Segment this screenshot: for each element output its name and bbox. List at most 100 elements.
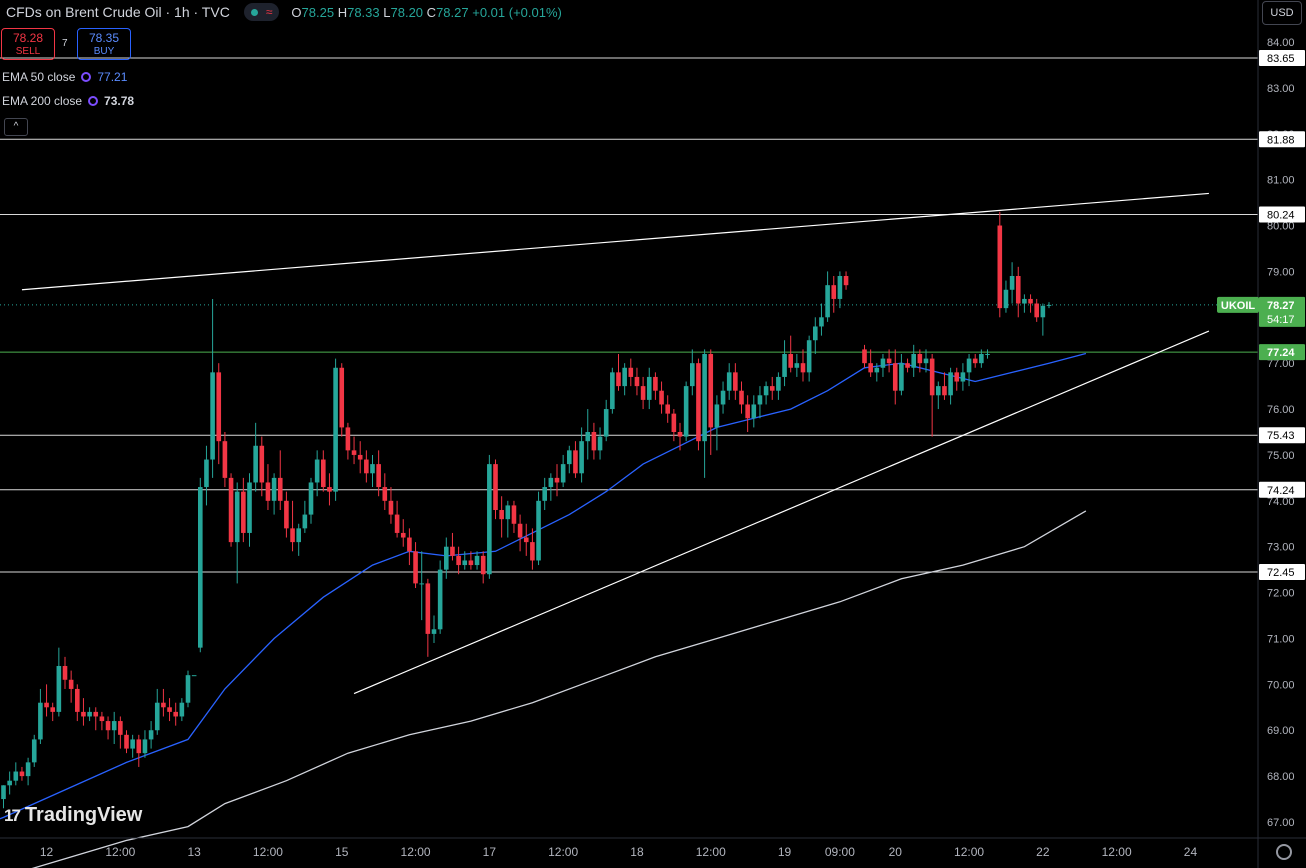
ohlc-close-key: C: [426, 4, 437, 20]
spread-value: 7: [62, 38, 68, 49]
sell-price: 78.28: [12, 31, 44, 45]
candle-body: [899, 363, 904, 391]
candle-body: [400, 532, 406, 538]
candle-body: [487, 464, 492, 575]
candle-body: [185, 675, 191, 703]
candle-body: [923, 358, 929, 364]
candle-body: [948, 372, 953, 396]
ohlc-high-key: H: [337, 4, 348, 20]
candle-body: [536, 500, 541, 561]
collapse-legend-button[interactable]: ^: [4, 118, 28, 136]
candle-body: [610, 372, 615, 410]
candle-body: [505, 505, 511, 520]
candle-body: [733, 372, 738, 391]
refresh-icon[interactable]: [88, 96, 99, 106]
level-tag-label: 77.24: [1267, 347, 1295, 359]
x-tick-label: 12:00: [401, 845, 431, 859]
candle-body: [653, 376, 658, 391]
candle-body: [154, 702, 160, 731]
candle-body: [204, 459, 209, 488]
candle-body: [216, 372, 222, 442]
refresh-icon[interactable]: [81, 72, 92, 82]
trendline: [353, 330, 1210, 695]
symbol-title[interactable]: CFDs on Brent Crude Oil · 1h · TVC: [6, 4, 230, 20]
candle-body: [265, 482, 271, 501]
candle-body: [1034, 303, 1039, 318]
candle-body: [105, 721, 111, 731]
candle-body: [597, 436, 603, 451]
currency-selector[interactable]: USD: [1262, 1, 1302, 25]
candle-body: [739, 390, 744, 405]
candle-body: [468, 560, 474, 566]
y-tick-label: 81.00: [1267, 175, 1295, 187]
candle-body: [1022, 298, 1027, 304]
candle-body: [431, 629, 437, 634]
candle-body: [800, 363, 806, 373]
sell-label: SELL: [15, 46, 41, 57]
ema200-value: 73.78: [104, 94, 135, 108]
ema200-legend[interactable]: EMA 200 close 73.78: [2, 94, 134, 108]
candle-body: [13, 771, 19, 781]
candle-body: [480, 555, 486, 575]
market-open-dot-icon: [250, 8, 258, 16]
candle-body: [542, 487, 547, 501]
candle-body: [228, 477, 234, 543]
x-tick-label: 12: [40, 845, 54, 859]
candle-body: [813, 326, 818, 341]
candle-body: [862, 349, 867, 364]
wave-icon: ≈: [265, 5, 273, 19]
symbol-tag-label: UKOIL: [1221, 300, 1256, 312]
candle-body: [394, 514, 400, 533]
tradingview-logo[interactable]: 17 TradingView: [4, 804, 142, 827]
candle-body: [665, 404, 670, 414]
ohlc-change: +0.01 (+0.01%): [472, 4, 562, 20]
ohlc-open-value: 78.25: [301, 4, 335, 20]
candle-body: [523, 537, 529, 543]
candle-body: [321, 459, 326, 488]
x-tick-label: 12:00: [548, 845, 578, 859]
candle-body: [56, 666, 62, 712]
candle-body: [161, 702, 166, 708]
y-tick-label: 68.00: [1267, 771, 1295, 783]
y-tick-label: 83.00: [1267, 83, 1295, 95]
candle-body: [364, 459, 369, 474]
last-price-label: 78.27: [1267, 300, 1295, 312]
x-tick-label: 12:00: [1102, 845, 1132, 859]
sell-button[interactable]: 78.28 SELL: [1, 28, 55, 60]
buy-button[interactable]: 78.35 BUY: [77, 28, 131, 60]
candle-body: [622, 367, 627, 387]
ema50-line: [0, 352, 1087, 820]
candle-body: [905, 363, 910, 368]
candle-body: [50, 707, 55, 712]
candle-body: [517, 523, 523, 538]
candle-body: [560, 464, 566, 483]
candle-body: [954, 372, 960, 382]
market-status-pill[interactable]: ≈: [243, 3, 280, 21]
candle-body: [966, 358, 972, 373]
candle-body: [757, 395, 763, 405]
candle-body: [111, 721, 117, 731]
candle-body: [388, 500, 394, 515]
candle-body: [997, 225, 1003, 309]
y-tick-label: 79.00: [1267, 266, 1295, 278]
candle-body: [413, 551, 418, 584]
x-tick-label: 19: [778, 845, 792, 859]
candle-body: [241, 491, 246, 533]
candle-body: [277, 477, 283, 501]
candle-body: [75, 688, 80, 712]
price-chart[interactable]: 84.0083.0082.0081.0080.0079.0078.0077.00…: [0, 0, 1306, 868]
y-tick-label: 75.00: [1267, 450, 1295, 462]
tradingview-mark-icon: 17: [4, 805, 21, 825]
candle-body: [696, 363, 701, 442]
candle-body: [936, 386, 941, 396]
gear-icon[interactable]: [1276, 844, 1292, 860]
candle-body: [646, 376, 652, 400]
candle-body: [118, 721, 123, 735]
candle-body: [972, 358, 978, 364]
candle-body: [407, 537, 412, 552]
candle-body: [222, 441, 228, 478]
ohlc-readout: O78.25 H78.33 L78.20 C78.27 +0.01 (+0.01…: [291, 5, 561, 20]
candle-body: [456, 555, 461, 566]
candle-body: [130, 739, 135, 749]
ema50-legend[interactable]: EMA 50 close 77.21: [2, 70, 127, 84]
